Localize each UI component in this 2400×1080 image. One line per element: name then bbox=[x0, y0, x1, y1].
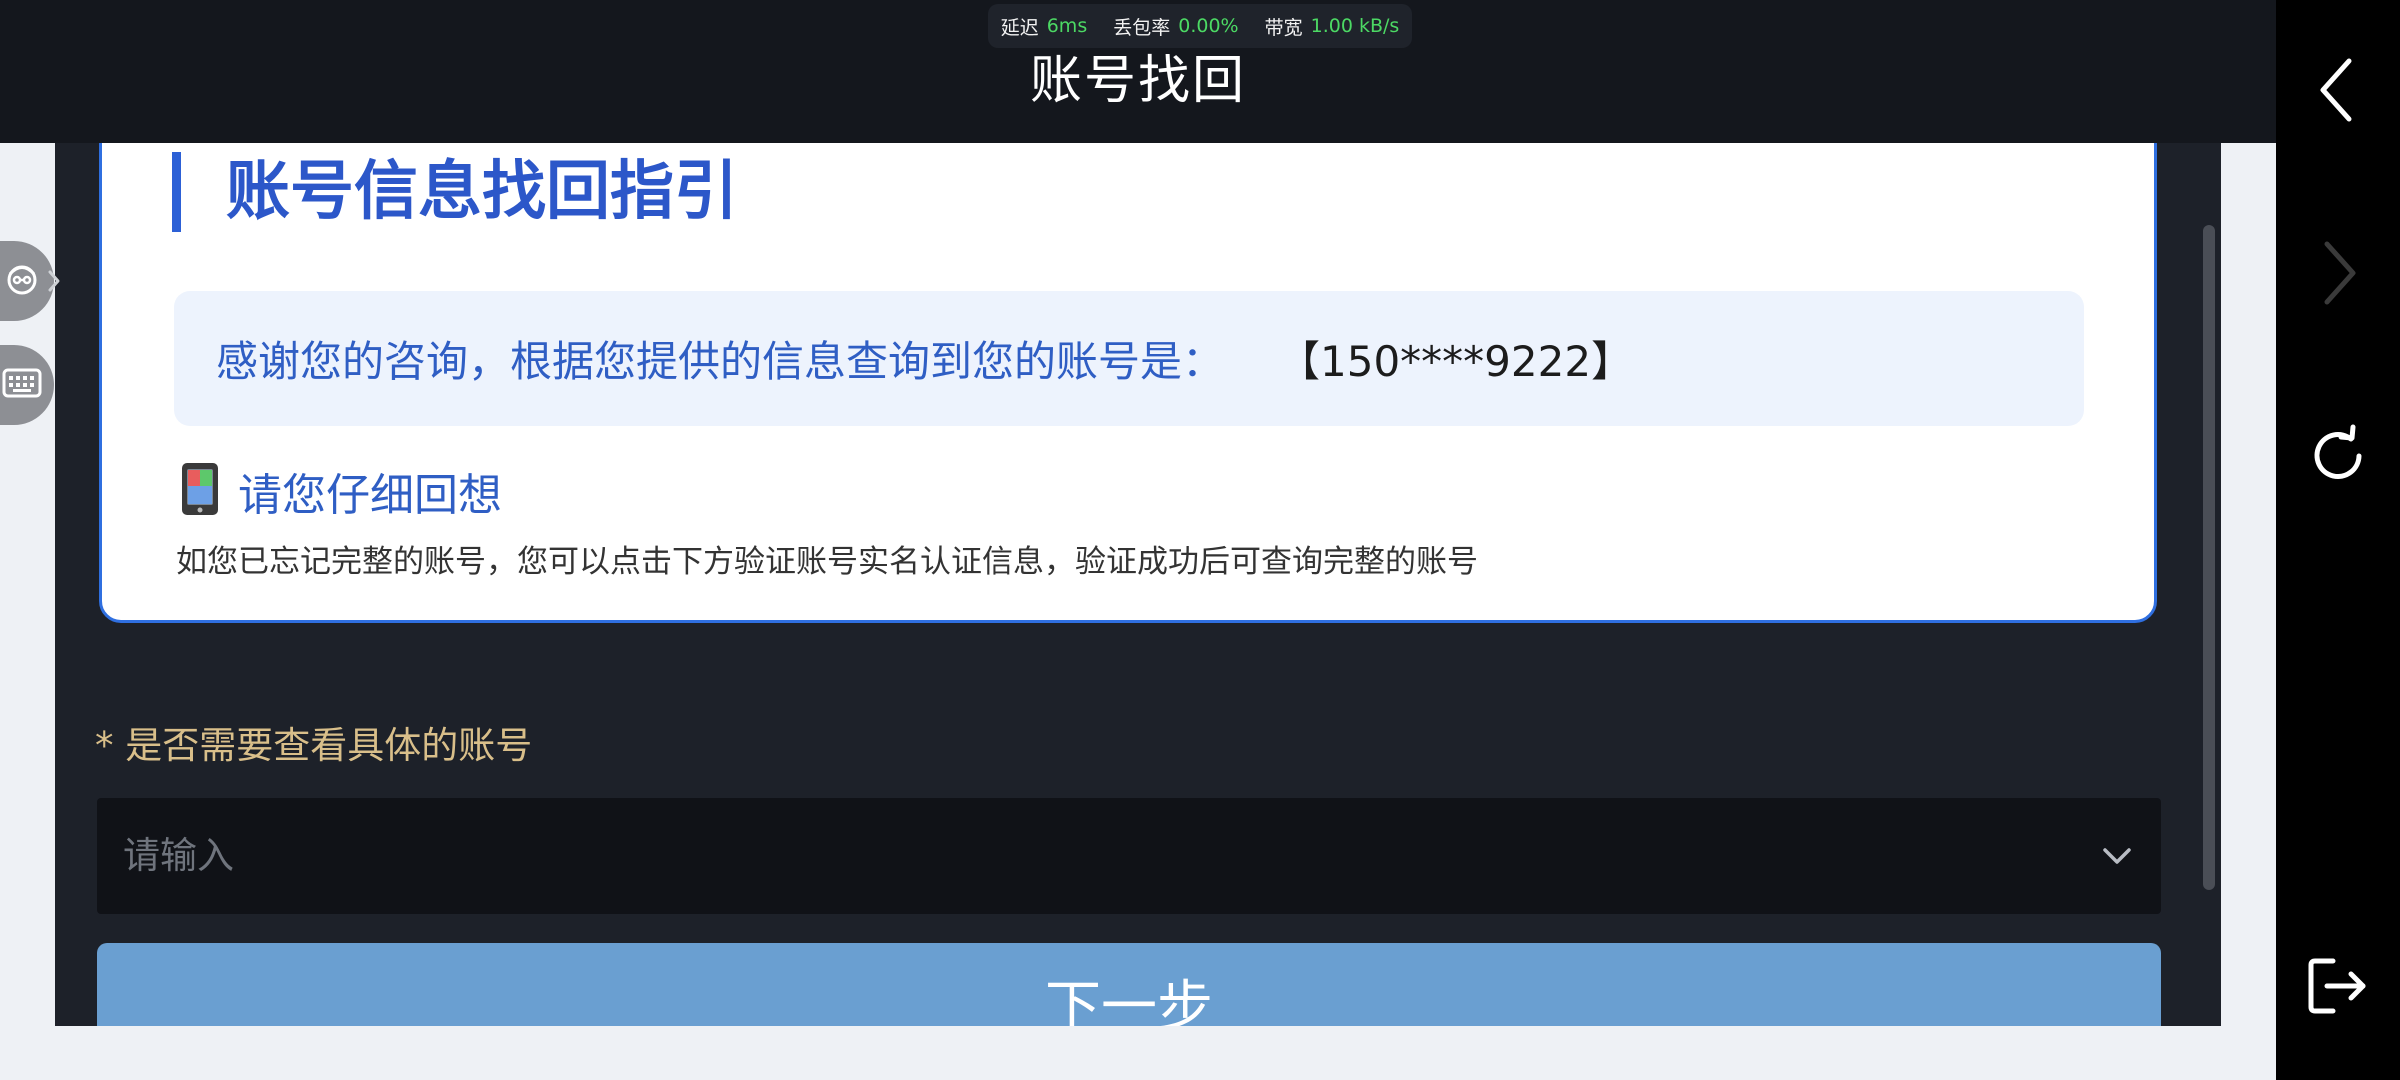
top-bar: 延迟 6ms 丢包率 0.00% 带宽 1.00 kB/s 账号找回 bbox=[0, 0, 2276, 143]
bandwidth-label: 带宽 bbox=[1264, 16, 1303, 39]
account-number: 【150****9222】 bbox=[1278, 337, 1634, 386]
hint-row: 请您仔细回想 bbox=[180, 461, 502, 521]
navigation-rail bbox=[2276, 0, 2400, 1080]
forward-icon bbox=[2313, 238, 2363, 312]
card-heading: 账号信息找回指引 bbox=[172, 152, 738, 232]
chevron-down-icon[interactable] bbox=[2097, 836, 2137, 880]
guide-card: 账号信息找回指引 感谢您的咨询，根据您提供的信息查询到您的账号是： 【150**… bbox=[99, 143, 2157, 623]
forward-button[interactable] bbox=[2298, 235, 2378, 315]
hint-description: 如您已忘记完整的账号，您可以点击下方验证账号实名认证信息，验证成功后可查询完整的… bbox=[176, 544, 1478, 580]
hint-title: 请您仔细回想 bbox=[238, 470, 502, 521]
avatar-icon bbox=[2, 259, 42, 303]
page-title: 账号找回 bbox=[1029, 51, 1246, 111]
keyboard-float-button[interactable] bbox=[0, 345, 54, 425]
scrollbar[interactable] bbox=[2203, 225, 2215, 890]
refresh-icon bbox=[2303, 421, 2373, 495]
refresh-button[interactable] bbox=[2298, 418, 2378, 498]
account-info-box: 感谢您的咨询，根据您提供的信息查询到您的账号是： 【150****9222】 bbox=[174, 291, 2084, 426]
keyboard-icon bbox=[2, 368, 42, 402]
select-placeholder: 请输入 bbox=[123, 834, 234, 877]
latency-label: 延迟 bbox=[1000, 16, 1039, 39]
bandwidth-value: 1.00 kB/s bbox=[1310, 15, 1400, 37]
back-button[interactable] bbox=[2298, 52, 2378, 132]
back-icon bbox=[2313, 55, 2363, 129]
loss-label: 丢包率 bbox=[1113, 16, 1171, 39]
question-label: * 是否需要查看具体的账号 bbox=[95, 724, 533, 767]
latency-value: 6ms bbox=[1046, 15, 1088, 37]
next-button[interactable]: 下一步 bbox=[97, 943, 2161, 1026]
exit-icon bbox=[2303, 951, 2373, 1025]
loss-value: 0.00% bbox=[1178, 15, 1239, 37]
account-info-text: 感谢您的咨询，根据您提供的信息查询到您的账号是： bbox=[216, 337, 1225, 386]
exit-button[interactable] bbox=[2298, 948, 2378, 1028]
account-select[interactable]: 请输入 bbox=[97, 798, 2161, 914]
phone-icon bbox=[180, 462, 220, 520]
content-area[interactable]: 账号信息找回指引 感谢您的咨询，根据您提供的信息查询到您的账号是： 【150**… bbox=[55, 143, 2221, 1026]
expand-chevron-icon[interactable] bbox=[44, 266, 64, 300]
